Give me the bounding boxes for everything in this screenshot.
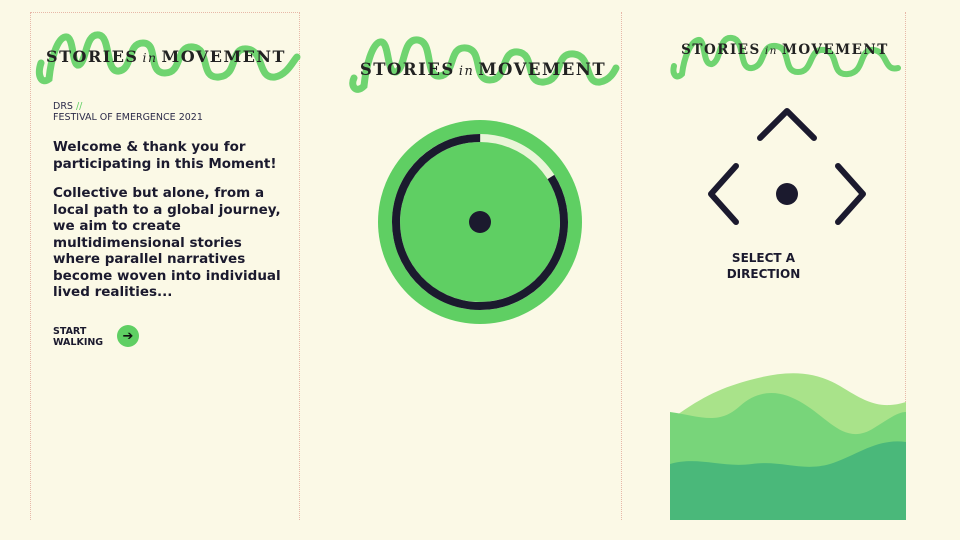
logo: STORIES in MOVEMENT <box>35 21 301 89</box>
event-name: FESTIVAL OF EMERGENCE 2021 <box>53 112 203 123</box>
logo: STORIES in MOVEMENT <box>348 24 620 94</box>
org-name: DRS <box>53 101 73 112</box>
position-dot-icon <box>469 211 491 233</box>
intro-panel: STORIES in MOVEMENT DRS // FESTIVAL OF EME… <box>30 12 301 520</box>
event-info: DRS // FESTIVAL OF EMERGENCE 2021 <box>53 101 203 123</box>
org-separator: // <box>75 101 83 112</box>
arrow-right-icon: ➔ <box>122 328 134 344</box>
logo-text: STORIES in MOVEMENT <box>681 42 889 58</box>
start-walking-label[interactable]: START WALKING <box>53 326 103 348</box>
terrain-waves <box>670 373 906 520</box>
logo-text: STORIES in MOVEMENT <box>46 47 286 66</box>
logo-squiggle <box>349 36 620 93</box>
chevron-right-icon[interactable] <box>835 163 866 225</box>
progress-panel: STORIES in MOVEMENT <box>300 12 622 520</box>
chevron-left-icon[interactable] <box>708 163 739 225</box>
welcome-text: Welcome & thank you for participating in… <box>53 139 277 172</box>
direction-selector <box>708 108 866 225</box>
logo: STORIES in MOVEMENT <box>670 26 901 82</box>
logo-text: STORIES in MOVEMENT <box>359 60 607 79</box>
direction-panel: STORIES in MOVEMENT SELECT A DIRECTION <box>622 12 906 520</box>
position-dot-icon <box>776 183 798 205</box>
walking-progress-ring <box>378 120 582 324</box>
chevron-up-icon[interactable] <box>757 108 817 141</box>
start-walking-button[interactable]: ➔ <box>117 325 139 347</box>
intro-text: Collective but alone, from a local path … <box>53 185 281 300</box>
select-direction-label: SELECT A DIRECTION <box>726 251 801 281</box>
